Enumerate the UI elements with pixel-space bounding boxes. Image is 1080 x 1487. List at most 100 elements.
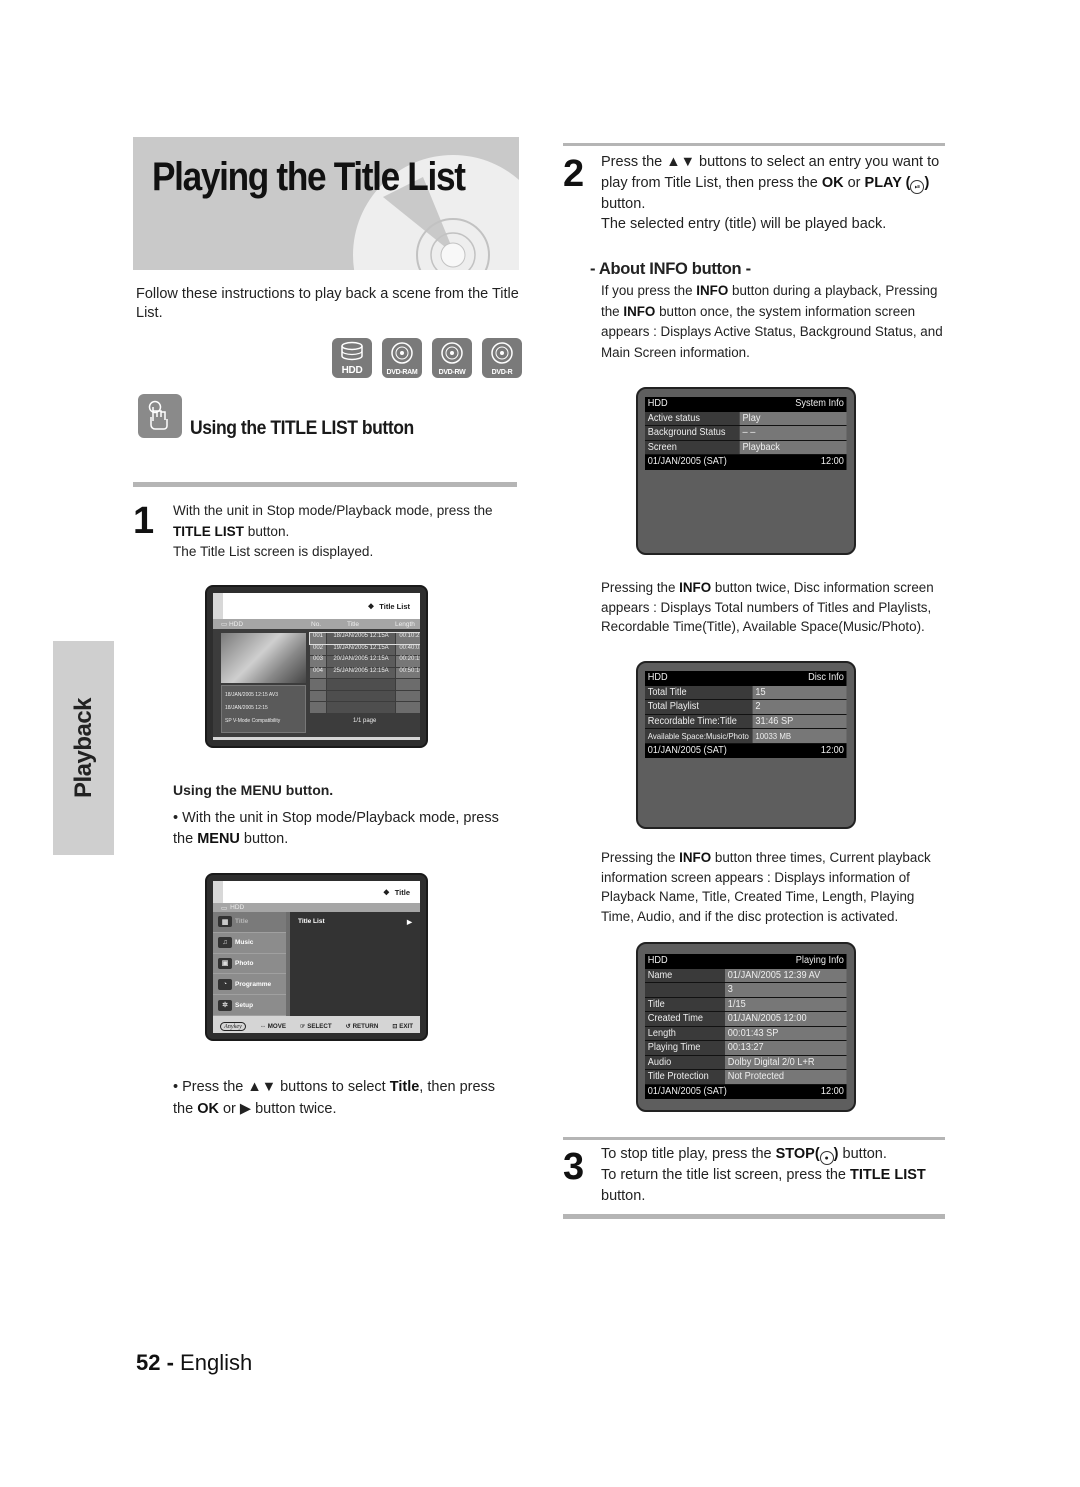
screen-header: ▭ HDD: [213, 903, 420, 912]
menu-item-programme[interactable]: ◔ Programme: [213, 974, 286, 996]
step-2-text: Press the ▲▼ buttons to select an entry …: [601, 154, 940, 232]
info-row: Active status Play: [645, 411, 847, 426]
info-header: HDD System Info: [645, 397, 847, 412]
page-title: Playing the Title List: [152, 155, 466, 199]
page-footer: 52 - English: [136, 1350, 253, 1375]
menu-screen: ❖ Title ▭ HDD ▦ Title ♫ Music ▣ Photo ◔ Prog…: [205, 873, 428, 1041]
menu-item-title[interactable]: ▦ Title: [213, 912, 286, 933]
info-header: HDD Playing Info: [645, 954, 847, 969]
title-row[interactable]: 00320/JAN/2005 12:15A00:20:15: [310, 656, 420, 667]
section-title: Using the TITLE LIST button: [190, 417, 414, 439]
title-row[interactable]: 00118/JAN/2005 12:15A00:10:21: [309, 632, 420, 645]
info-row: Title Protection Not Protected: [645, 1070, 847, 1085]
empty-row: [310, 702, 420, 713]
programme-icon: ◔: [218, 978, 232, 990]
info-row: Created Time 01/JAN/2005 12:00: [645, 1012, 847, 1027]
screen-footer: Anykey ⇕ MOVE ☞ SELECT ↺ RETURN ⊡ EXIT: [213, 737, 420, 740]
title-list-screen: ❖ Title List ▭ HDD No. Title Length 18/J…: [205, 585, 428, 748]
menu-bullet-2: • Press the ▲▼ buttons to select Title, …: [173, 1079, 496, 1117]
disc-info-screen: HDD Disc Info Total Title 15 Total Playlis…: [636, 661, 856, 829]
step-3-number: 3: [563, 1146, 585, 1188]
page-number: 52: [136, 1350, 161, 1375]
section-heading: Using the TITLE LIST button: [138, 394, 439, 439]
gear-icon: ✲: [218, 999, 232, 1011]
dvd-r-icon: DVD-R: [482, 338, 522, 378]
menu-heading: Using the MENU button.: [173, 782, 334, 798]
step-1-text: With the unit in Stop mode/Playback mode…: [173, 503, 493, 559]
step-2-number: 2: [563, 153, 585, 195]
dvd-ram-icon: DVD-RAM: [382, 338, 422, 378]
return-hint: ↺ RETURN: [345, 1022, 379, 1030]
about-info-para-3: Pressing the INFO button three times, Cu…: [601, 850, 931, 924]
playing-info-screen: HDD Playing Info Name 01/JAN/2005 12:39 AV…: [636, 942, 856, 1112]
divider: [563, 1137, 945, 1140]
submenu-title-list[interactable]: Title List ▶: [290, 912, 420, 932]
hand-pointer-icon: [138, 394, 182, 438]
screen-header: ▭ HDD No. Title Length: [213, 619, 420, 629]
col-title: Title: [347, 620, 360, 628]
menu-sidebar: ▦ Title ♫ Music ▣ Photo ◔ Programme ✲ Setup: [213, 912, 290, 1016]
step-1-number: 1: [133, 500, 155, 542]
play-button-icon: ⏯: [910, 179, 925, 194]
film-icon: ▦: [218, 916, 232, 928]
menu-bullet-1: • With the unit in Stop mode/Playback mo…: [173, 810, 499, 847]
screen-title-bar: ❖ Title List: [213, 593, 420, 619]
info-header: HDD Disc Info: [645, 671, 847, 686]
intro-text: Follow these instructions to play back a…: [136, 286, 519, 321]
col-length: Length: [395, 620, 415, 628]
arrow-right-icon: ▶: [407, 919, 412, 926]
step-3-text: To stop title play, press the STOP(●) bu…: [601, 1146, 926, 1204]
info-row: Available Space:Music/Photo 10033 MB: [645, 729, 847, 744]
stop-button-icon: ●: [819, 1151, 834, 1165]
info-row: 3: [645, 983, 847, 998]
disc-type-icons: HDD DVD-RAM DVD-RW DVD-R: [332, 338, 522, 378]
about-info-para-1: If you press the INFO button during a pl…: [601, 283, 943, 360]
divider: [563, 143, 945, 146]
about-info-para-2: Pressing the INFO button twice, Disc inf…: [601, 580, 934, 634]
info-row: Recordable Time:Title 31:46 SP: [645, 714, 847, 729]
hdd-icon: HDD: [332, 338, 372, 378]
info-row: Name 01/JAN/2005 12:39 AV: [645, 968, 847, 983]
title-row[interactable]: 00425/JAN/2005 12:15A00:50:16: [310, 667, 420, 678]
move-hint: ⇔ MOVE: [259, 1022, 286, 1030]
screen-title-bar: ❖ Title: [213, 881, 420, 903]
empty-row: [310, 690, 420, 701]
chapter-tab: Playback: [53, 641, 114, 855]
screen-footer: Anykey ⇔ MOVE ☞ SELECT ↺ RETURN ⊡ EXIT: [213, 1016, 420, 1033]
about-info-heading: - About INFO button -: [590, 260, 751, 278]
dvd-rw-icon: DVD-RW: [432, 338, 472, 378]
title-banner: Playing the Title List: [133, 137, 519, 270]
menu-item-music[interactable]: ♫ Music: [213, 933, 286, 954]
info-row: Total Title 15: [645, 685, 847, 700]
divider: [563, 1214, 945, 1219]
info-row: Audio Dolby Digital 2/0 L+R: [645, 1055, 847, 1070]
system-info-screen: HDD System Info Active status Play Backgro…: [636, 387, 856, 555]
divider: [133, 482, 517, 487]
hdd-source: ▭ HDD: [221, 621, 244, 628]
menu-item-setup[interactable]: ✲ Setup: [213, 995, 286, 1016]
info-row: Playing Time 00:13:27: [645, 1041, 847, 1056]
diamond-icon: ❖: [382, 887, 390, 897]
title-row[interactable]: 00219/JAN/2005 12:15A00:40:03: [310, 644, 420, 655]
select-hint: ☞ SELECT: [299, 1022, 332, 1030]
title-list-rows: 00118/JAN/2005 12:15A00:10:21 00219/JAN/…: [309, 632, 420, 714]
anykey-button[interactable]: Anykey: [219, 1021, 246, 1031]
page-indicator: 1/1 page: [353, 718, 377, 724]
info-row: Total Playlist 2: [645, 700, 847, 715]
info-row: Length 00:01:43 SP: [645, 1026, 847, 1041]
info-footer: 01/JAN/2005 (SAT) 12:00: [645, 455, 847, 470]
col-no: No.: [311, 620, 322, 628]
music-icon: ♫: [218, 937, 232, 949]
info-row: Background Status – –: [645, 426, 847, 441]
photo-icon: ▣: [218, 957, 232, 969]
thumbnail-image: [221, 633, 306, 683]
info-footer: 01/JAN/2005 (SAT) 12:00: [645, 1084, 847, 1099]
info-row: Screen Playback: [645, 440, 847, 455]
exit-hint: ⊡ EXIT: [392, 1022, 413, 1030]
diamond-icon: ❖: [367, 601, 375, 611]
info-row: Title 1/15: [645, 997, 847, 1012]
menu-item-photo[interactable]: ▣ Photo: [213, 954, 286, 975]
language-label: English: [180, 1350, 253, 1375]
empty-row: [310, 679, 420, 690]
info-footer: 01/JAN/2005 (SAT) 12:00: [645, 743, 847, 758]
